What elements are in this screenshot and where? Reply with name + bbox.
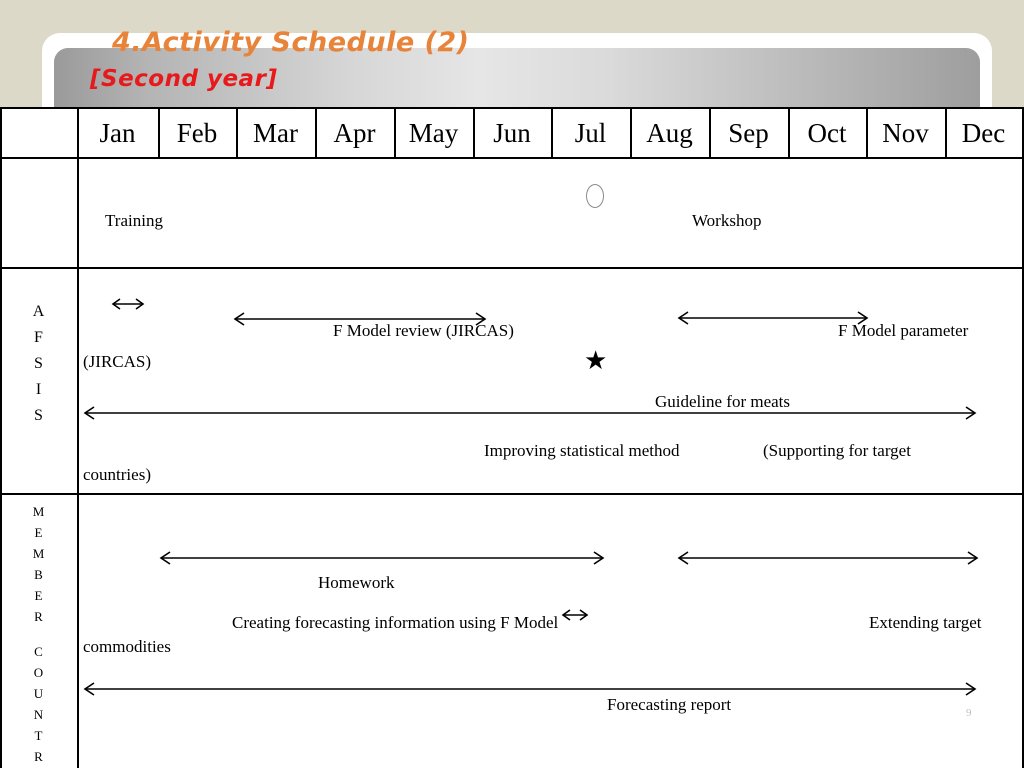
- month-header-mar: Mar: [253, 118, 298, 148]
- row-label-member-countries: M E M B E R C O U N T R I E: [0, 501, 77, 768]
- month-header-jun: Jun: [493, 118, 531, 148]
- row-label-member-letter: M: [32, 546, 45, 561]
- row-label-afsis: A F S I S: [0, 299, 77, 429]
- activity-label-countries: countries): [83, 465, 151, 484]
- activity-label-workshop: Workshop: [692, 211, 762, 230]
- row-label-afsis-letter: I: [35, 381, 42, 398]
- row-label-countries-letter: N: [33, 707, 44, 722]
- row-label-member-letter: R: [34, 609, 43, 624]
- row-label-countries-letter: T: [34, 728, 43, 743]
- month-header-jul: Jul: [574, 118, 607, 148]
- f-model-small-arrow: [559, 608, 591, 622]
- row-label-spacer: [0, 627, 77, 641]
- month-header-jan: Jan: [99, 118, 136, 148]
- grid-vline-labelcol: [77, 109, 79, 768]
- row-label-member-letter: M: [32, 504, 45, 519]
- activity-label-homework: Homework: [318, 573, 395, 592]
- month-header-aug: Aug: [646, 118, 693, 148]
- extending-target-arrow: [674, 550, 982, 566]
- homework-arrow: [156, 550, 608, 566]
- row-label-member-letter: E: [34, 525, 43, 540]
- activity-label-improving-statistical-method: Improving statistical method: [484, 441, 680, 460]
- month-header-apr: Apr: [333, 118, 376, 148]
- month-header-dec: Dec: [961, 118, 1006, 148]
- row1-divider: [0, 267, 1024, 269]
- row-label-countries-letter: O: [33, 665, 44, 680]
- row-label-afsis-letter: F: [34, 329, 43, 346]
- row-label-countries-letter: U: [33, 686, 44, 701]
- activity-label-creating-forecasting-information: Creating forecasting information using F…: [232, 613, 559, 632]
- activity-label-jircas: (JIRCAS): [83, 352, 152, 371]
- row-label-afsis-letter: S: [34, 407, 43, 424]
- activity-label-guideline-for-meats: Guideline for meats: [655, 392, 791, 411]
- page-subtitle: [Second year]: [90, 66, 278, 92]
- star-icon: ★: [584, 346, 608, 375]
- month-header-may: May: [408, 118, 459, 148]
- month-header-oct: Oct: [807, 118, 847, 148]
- activity-label-f-model-review: F Model review (JIRCAS): [333, 321, 514, 340]
- activity-label-training: Training: [105, 211, 163, 230]
- row2-divider: [0, 493, 1024, 495]
- activity-label-commodities: commodities: [83, 637, 171, 656]
- guideline-for-meats-arrow: [80, 405, 980, 421]
- page-title: 4.Activity Schedule (2): [112, 27, 470, 58]
- activity-label-forecasting-report: Forecasting report: [607, 695, 732, 714]
- activity-schedule-table: Jan Feb Mar Apr May Jun Jul Aug Sep Oct …: [0, 107, 1024, 768]
- slide-canvas: 4.Activity Schedule (2) [Second year] Ja…: [0, 0, 1024, 768]
- month-header-feb: Feb: [176, 118, 218, 148]
- activity-label-extending-target: Extending target: [869, 613, 982, 632]
- month-header-sep: Sep: [728, 118, 769, 148]
- month-header-nov: Nov: [882, 118, 929, 148]
- row-label-countries-letter: C: [34, 644, 43, 659]
- row-label-member-letter: E: [34, 588, 43, 603]
- training-arrow: [108, 297, 148, 311]
- row-label-member-letter: B: [34, 567, 43, 582]
- row-label-afsis-letter: S: [34, 355, 43, 372]
- activity-label-supporting-for-target: (Supporting for target: [763, 441, 911, 460]
- header-row-divider: [0, 157, 1024, 159]
- activity-label-f-model-parameter: F Model parameter: [838, 321, 969, 340]
- page-number: 9: [966, 707, 972, 719]
- forecasting-report-arrow: [80, 681, 980, 697]
- circle-marker-icon: [586, 184, 604, 208]
- row-label-afsis-letter: A: [32, 303, 45, 320]
- row-label-countries-letter: R: [34, 749, 43, 764]
